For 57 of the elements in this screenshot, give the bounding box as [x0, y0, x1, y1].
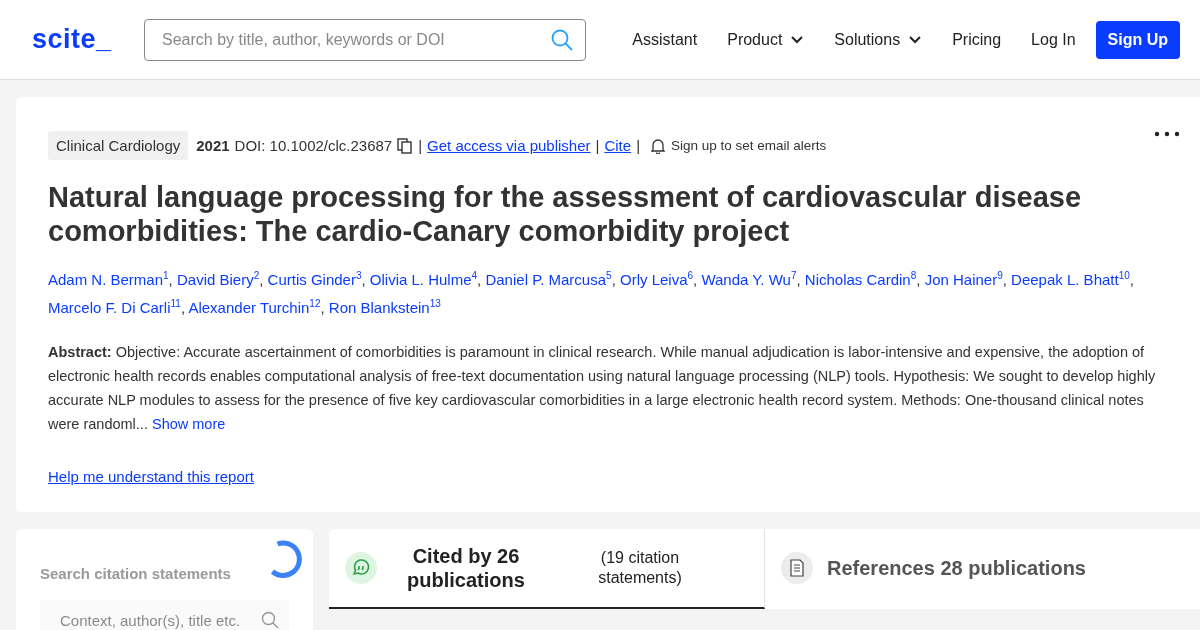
nav-link[interactable]: Product	[727, 30, 805, 49]
more-icon[interactable]	[1154, 131, 1180, 137]
author-link[interactable]: Orly Leiva$^{6}$	[619, 271, 694, 288]
journal-tag[interactable]: Clinical Cardiology	[48, 131, 189, 160]
author-link[interactable]: Ron Blankstein$^{13}$	[328, 299, 441, 316]
author-link[interactable]: Marcelo F. Di Carli$^{11}$	[48, 299, 181, 316]
author-link[interactable]: Alexander Turchin$^{12}$	[188, 299, 321, 316]
email-alert-link[interactable]: Sign up to set email alerts	[671, 138, 827, 153]
separator: |	[418, 137, 423, 154]
nav-link[interactable]: Log In	[1031, 30, 1076, 49]
citation-search-field[interactable]: Context, author(s), title etc.	[40, 600, 289, 630]
tab[interactable]: Cited by 26 publications (19 citation statements)	[329, 529, 765, 609]
comma: ,	[259, 271, 264, 288]
nav-link[interactable]: Pricing	[952, 30, 1002, 49]
nav-link[interactable]: Solutions	[834, 30, 923, 49]
abstract: Abstract: Objective: Accurate ascertainment of comorbidities is paramount in clinical research. While manual adjudication is labor-intensive and expensive, the adoption of electronic health records enables computational analysis of free-text documentation using natural language processing (NLP) tools. Hypothesis: We sought to develop highly accurate NLP modules to assess for the presence of five key cardiovascular comorbidities in a large electronic health record system. Methods: One-thousand clinical notes were randoml... Show more	[48, 343, 1157, 434]
author-link[interactable]: Adam N. Berman$^{1}$	[48, 271, 169, 288]
paper-title: Natural language processing for the assessment of cardiovascular disease comorbidities: The cardio-Canary comorbidity project	[48, 180, 1083, 248]
bell-icon[interactable]	[651, 137, 666, 154]
separator: |	[636, 137, 641, 154]
help-link[interactable]: Help me understand this report	[48, 468, 254, 485]
author-link[interactable]: Nicholas Cardin$^{8}$	[804, 271, 917, 288]
comma: ,	[361, 271, 366, 288]
tab[interactable]: References 28 publications	[765, 529, 1200, 609]
author-link[interactable]: Wanda Y. Wu$^{7}$	[701, 271, 797, 288]
search-icon[interactable]	[261, 611, 279, 629]
nav-link[interactable]: Assistant	[632, 30, 698, 49]
separator: |	[595, 137, 600, 154]
sign-up-button[interactable]: Sign Up	[1095, 20, 1180, 59]
comma: ,	[916, 271, 921, 288]
link[interactable]: Cite	[604, 137, 632, 154]
author-link[interactable]: Jon Hainer$^{9}$	[924, 271, 1003, 288]
comma: ,	[180, 299, 186, 316]
logo[interactable]: scite_	[32, 24, 114, 55]
author-link[interactable]: Olivia L. Hulme$^{4}$	[369, 271, 478, 288]
show-more-link[interactable]: Show more	[151, 416, 226, 432]
search-icon[interactable]	[551, 28, 573, 51]
search-label: Search citation statements	[40, 565, 232, 582]
comma: ,	[611, 271, 616, 288]
doi: DOI: 10.1002/clc.23687	[234, 137, 393, 154]
link[interactable]: Get access via publisher	[427, 137, 591, 154]
comma: ,	[477, 271, 482, 288]
comma: ,	[693, 271, 698, 288]
comma: ,	[168, 271, 173, 288]
year: 2021	[196, 137, 230, 154]
author-link[interactable]: Daniel P. Marcusa$^{5}$	[485, 271, 612, 288]
author-link[interactable]: Deepak L. Bhatt$^{10}$	[1011, 271, 1130, 288]
search-field[interactable]: Search by title, author, keywords or DOI	[144, 18, 586, 61]
author-link[interactable]: David Biery$^{2}$	[176, 271, 260, 288]
author-link[interactable]: Curtis Ginder$^{3}$	[267, 271, 362, 288]
comma: ,	[1002, 271, 1007, 288]
quote-bubble-icon	[345, 552, 377, 584]
comma: ,	[1129, 271, 1134, 288]
document-icon	[781, 552, 813, 584]
comma: ,	[320, 299, 325, 316]
copy-icon[interactable]	[397, 137, 414, 154]
comma: ,	[796, 271, 801, 288]
